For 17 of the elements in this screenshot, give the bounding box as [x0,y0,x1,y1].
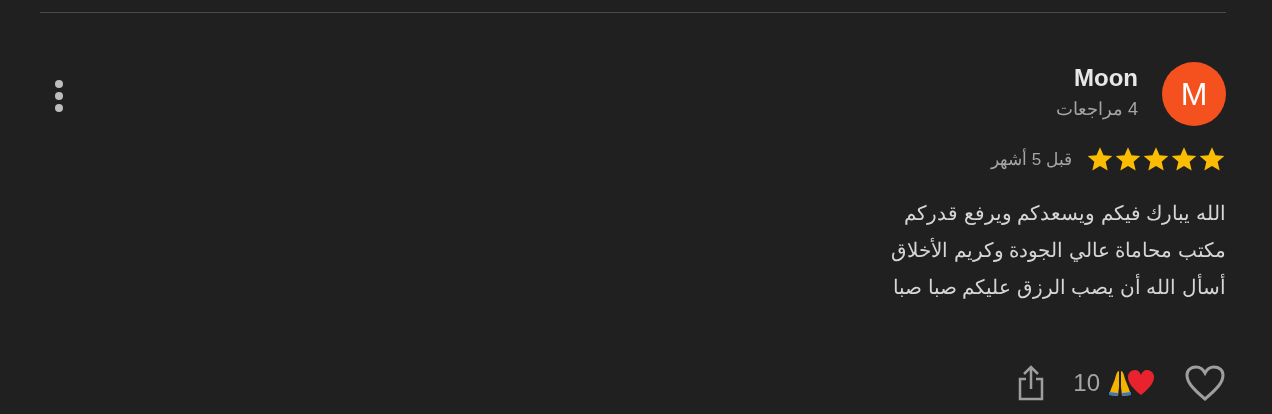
star-icon [1170,146,1198,172]
star-icon [1142,146,1170,172]
review-time: قبل 5 أشهر [991,148,1072,170]
like-heart-icon[interactable] [1184,364,1226,402]
review-text: الله يبارك فيكم ويسعدكم ويرفع قدركم [904,201,1226,227]
star-icon [1114,146,1142,172]
share-icon[interactable] [1017,365,1046,401]
star-icon [1198,146,1226,172]
heart-icon [1126,368,1156,398]
review-text: أسأل الله أن يصب الرزق عليكم صبا صبا [893,269,1226,306]
review-text: مكتب محاماة عالي الجودة وكريم الأخلاق [891,237,1226,264]
author-name[interactable]: Moon [1055,64,1138,92]
review-count: 4 مراجعات [1055,98,1138,120]
more-options-icon[interactable] [54,79,64,113]
reaction-count: 10 [1073,369,1100,397]
praying-hands-icon [1108,369,1132,397]
star-icon [1086,146,1114,172]
